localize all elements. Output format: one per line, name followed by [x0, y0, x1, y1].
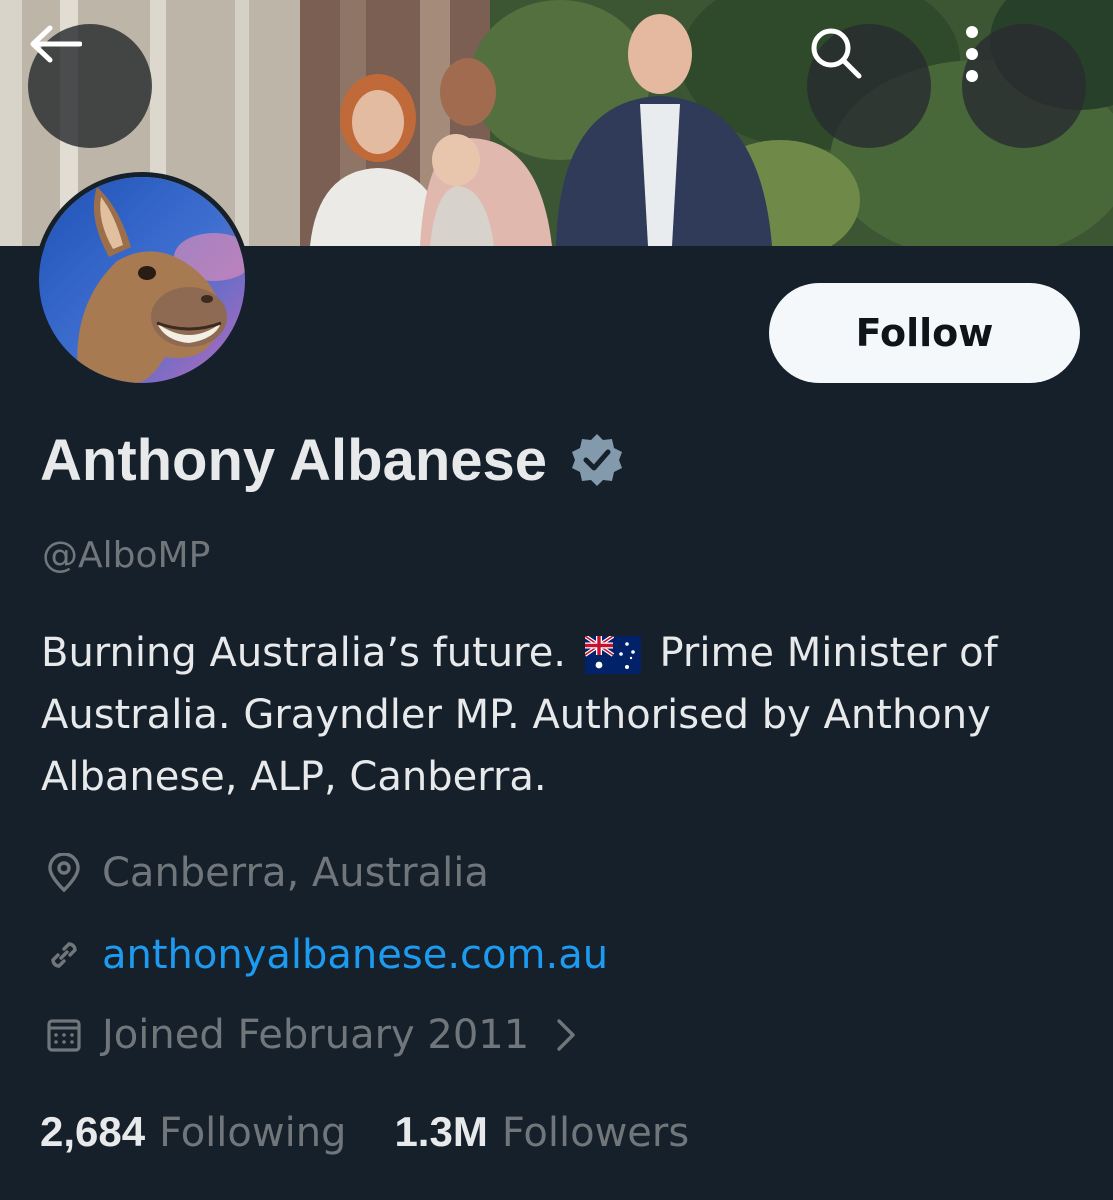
profile-name-row: Anthony Albanese	[40, 420, 625, 500]
australia-flag-icon	[584, 636, 641, 674]
search-icon	[811, 28, 862, 79]
website-link[interactable]: anthonyalbanese.com.au	[102, 932, 608, 978]
avatar[interactable]	[34, 172, 250, 388]
following-stat[interactable]: 2,684 Following	[40, 1108, 346, 1156]
verified-badge-icon[interactable]	[569, 432, 625, 488]
profile-bio: Burning Australia’s future. Prime Minist…	[41, 622, 1071, 808]
arrow-left-icon	[30, 25, 82, 63]
profile-joined-date[interactable]: Joined February 2011	[44, 1012, 577, 1058]
followers-stat[interactable]: 1.3M Followers	[394, 1108, 689, 1156]
link-icon	[51, 942, 77, 968]
more-vertical-icon	[966, 26, 978, 82]
profile-stats: 2,684 Following 1.3M Followers	[40, 1108, 689, 1156]
following-count: 2,684	[40, 1108, 146, 1155]
chevron-right-icon	[557, 1019, 575, 1051]
search-button[interactable]	[807, 24, 931, 148]
back-button[interactable]	[28, 24, 152, 148]
profile-handle: @AlboMP	[42, 535, 211, 576]
donkey-avatar-image	[39, 177, 245, 383]
profile-website: anthonyalbanese.com.au	[44, 932, 608, 978]
location-text: Canberra, Australia	[102, 850, 489, 896]
bio-text-part1: Burning Australia’s future.	[41, 630, 567, 676]
following-label: Following	[159, 1110, 347, 1156]
joined-text: Joined February 2011	[102, 1012, 530, 1058]
more-options-button[interactable]	[962, 24, 1086, 148]
profile-location: Canberra, Australia	[44, 850, 489, 896]
profile-name: Anthony Albanese	[40, 427, 548, 493]
location-pin-icon	[48, 853, 80, 893]
followers-count: 1.3M	[394, 1108, 488, 1155]
follow-button[interactable]: Follow	[769, 283, 1080, 383]
followers-label: Followers	[501, 1110, 690, 1156]
calendar-icon	[47, 1019, 81, 1052]
